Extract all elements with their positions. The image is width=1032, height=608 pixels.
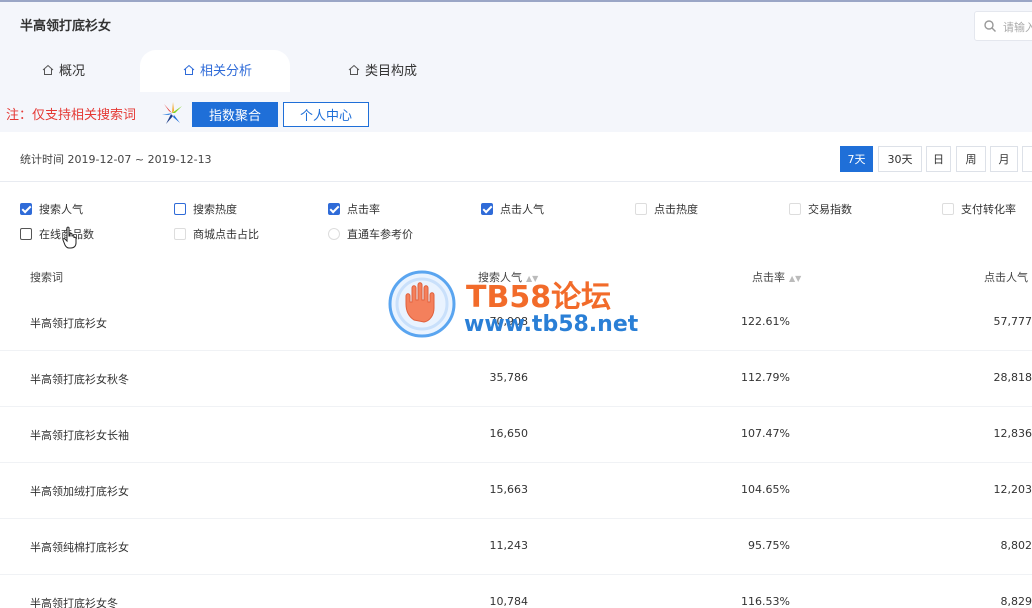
table-row[interactable]: 半高领打底衫女秋冬 35,786 112.79% 28,818 xyxy=(0,351,1032,407)
metric-trade-index[interactable]: 交易指数 xyxy=(789,201,852,217)
checkbox[interactable] xyxy=(789,203,801,215)
search-popularity-cell: 10,784 xyxy=(489,595,529,608)
checkbox[interactable] xyxy=(20,228,32,240)
checkbox[interactable] xyxy=(174,203,186,215)
checkbox[interactable] xyxy=(635,203,647,215)
metric-ctr[interactable]: 点击率 xyxy=(328,201,380,217)
range-30d-button[interactable]: 30天 xyxy=(878,146,922,172)
checkbox[interactable] xyxy=(942,203,954,215)
search-placeholder: 请输入 xyxy=(1003,21,1032,34)
table-header: 搜索词 搜索人气 ▲▼ 点击率 ▲▼ 点击人气 xyxy=(0,255,1032,295)
table-row[interactable]: 半高领加绒打底衫女 15,663 104.65% 12,203 xyxy=(0,463,1032,519)
notice-text: 注：仅支持相关搜索词 xyxy=(6,108,137,123)
click-popularity-cell: 57,777 xyxy=(993,315,1032,328)
stat-period: 统计时间 2019-12-07 ~ 2019-12-13 xyxy=(20,153,212,166)
table-row[interactable]: 半高领打底衫女冬 10,784 116.53% 8,829 xyxy=(0,575,1032,608)
column-ctr[interactable]: 点击率 ▲▼ xyxy=(752,269,801,285)
range-month-button[interactable]: 月 xyxy=(990,146,1018,172)
keyword-cell: 半高领打底衫女秋冬 xyxy=(30,373,129,386)
click-popularity-cell: 12,836 xyxy=(993,427,1032,440)
click-popularity-cell: 8,802 xyxy=(1000,539,1032,552)
table-row[interactable]: 半高领打底衫女长袖 16,650 107.47% 12,836 xyxy=(0,407,1032,463)
tab-related-analysis-label: 相关分析 xyxy=(200,64,253,79)
column-keyword: 搜索词 xyxy=(30,271,63,284)
tab-related-analysis[interactable]: 相关分析 xyxy=(183,60,252,79)
table-row[interactable]: 半高领纯棉打底衫女 11,243 95.75% 8,802 xyxy=(0,519,1032,575)
range-day-button[interactable]: 日 xyxy=(926,146,951,172)
ctr-cell: 116.53% xyxy=(741,595,790,608)
checkbox[interactable] xyxy=(174,228,186,240)
metric-mall-click-ratio[interactable]: 商城点击占比 xyxy=(174,226,259,242)
search-popularity-cell: 35,786 xyxy=(489,371,529,384)
hand-cursor-icon xyxy=(62,226,77,249)
range-7d-button[interactable]: 7天 xyxy=(840,146,873,172)
search-popularity-cell: 16,650 xyxy=(489,427,529,440)
click-popularity-cell: 12,203 xyxy=(993,483,1032,496)
keyword-cell: 半高领加绒打底衫女 xyxy=(30,485,129,498)
click-popularity-cell: 8,829 xyxy=(1000,595,1032,608)
keyword-cell: 半高领纯棉打底衫女 xyxy=(30,541,129,554)
search-popularity-cell: 70,908 xyxy=(489,315,529,328)
home-icon xyxy=(348,64,360,75)
sort-icon[interactable]: ▲▼ xyxy=(526,274,538,283)
column-search-popularity[interactable]: 搜索人气 ▲▼ xyxy=(478,269,538,285)
search-popularity-cell: 11,243 xyxy=(489,539,529,552)
table-row[interactable]: 半高领打底衫女 70,908 122.61% 57,777 xyxy=(0,295,1032,351)
tab-category-composition-label: 类目构成 xyxy=(365,64,418,79)
metric-search-popularity[interactable]: 搜索人气 xyxy=(20,201,83,217)
click-popularity-cell: 28,818 xyxy=(993,371,1032,384)
keyword-cell: 半高领打底衫女冬 xyxy=(30,597,118,608)
checkbox[interactable] xyxy=(328,228,340,240)
search-input[interactable]: 请输入 xyxy=(974,11,1032,41)
metric-online-items[interactable]: 在线商品数 xyxy=(20,226,94,242)
ctr-cell: 104.65% xyxy=(741,483,790,496)
personal-center-button[interactable]: 个人中心 xyxy=(283,102,369,127)
home-icon xyxy=(42,64,54,75)
range-more-button[interactable] xyxy=(1022,146,1032,172)
keyword-cell: 半高领打底衫女 xyxy=(30,317,107,330)
checkbox[interactable] xyxy=(481,203,493,215)
metric-pay-conversion[interactable]: 支付转化率 xyxy=(942,201,1016,217)
ctr-cell: 122.61% xyxy=(741,315,790,328)
home-icon xyxy=(183,64,195,75)
metric-ztc-ref-price[interactable]: 直通车参考价 xyxy=(328,226,413,242)
metric-options: 搜索人气 搜索热度 点击率 点击人气 点击热度 交易指数 支付转化率 在线商品数… xyxy=(0,183,1032,245)
tab-category-composition[interactable]: 类目构成 xyxy=(348,60,417,79)
page-title: 半高领打底衫女 xyxy=(20,19,112,34)
ctr-cell: 107.47% xyxy=(741,427,790,440)
page-header: 半高领打底衫女 请输入 概况 相关分析 类目构成 注：仅支持相关搜索词 指数聚合… xyxy=(0,2,1032,132)
tab-overview-label: 概况 xyxy=(59,64,86,79)
metric-click-popularity[interactable]: 点击人气 xyxy=(481,201,544,217)
search-icon xyxy=(984,20,996,32)
ctr-cell: 95.75% xyxy=(748,539,790,552)
index-aggregate-button[interactable]: 指数聚合 xyxy=(192,102,278,127)
ctr-cell: 112.79% xyxy=(741,371,790,384)
checkbox[interactable] xyxy=(20,203,32,215)
metric-click-heat[interactable]: 点击热度 xyxy=(635,201,698,217)
tab-overview[interactable]: 概况 xyxy=(42,60,85,79)
column-click-popularity[interactable]: 点击人气 xyxy=(984,269,1028,285)
plugin-logo-icon[interactable] xyxy=(160,101,184,125)
metric-search-heat[interactable]: 搜索热度 xyxy=(174,201,237,217)
keyword-cell: 半高领打底衫女长袖 xyxy=(30,429,129,442)
sort-icon[interactable]: ▲▼ xyxy=(789,274,801,283)
stat-bar: 统计时间 2019-12-07 ~ 2019-12-13 7天 30天 日 周 … xyxy=(0,132,1032,182)
range-week-button[interactable]: 周 xyxy=(956,146,986,172)
search-popularity-cell: 15,663 xyxy=(489,483,529,496)
checkbox[interactable] xyxy=(328,203,340,215)
